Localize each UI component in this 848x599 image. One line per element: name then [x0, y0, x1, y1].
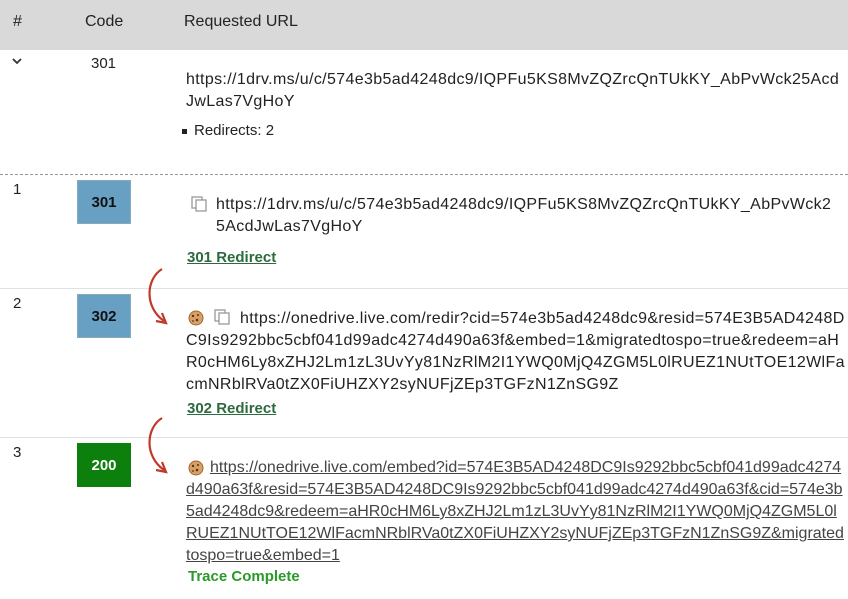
redirect-arrow-icon [138, 414, 178, 482]
row-url[interactable]: https://1drv.ms/u/c/574e3b5ad4248dc9/IQP… [216, 194, 840, 238]
summary-code: 301 [91, 55, 117, 72]
table-row: 1 301 https://1drv.ms/u/c/574e3b5ad4248d… [0, 175, 848, 288]
redirect-status-link[interactable]: 301 Redirect [187, 249, 276, 266]
chevron-down-icon[interactable] [10, 54, 24, 68]
summary-row: 301 https://1drv.ms/u/c/574e3b5ad4248dc9… [0, 50, 848, 174]
bullet [182, 128, 187, 134]
row-number: 1 [13, 181, 22, 198]
redirects-count: Redirects: 2 [182, 122, 274, 139]
redirect-arrow-icon [138, 265, 178, 333]
status-badge: 200 [77, 443, 131, 487]
status-badge: 302 [77, 294, 131, 338]
summary-url: https://1drv.ms/u/c/574e3b5ad4248dc9/IQP… [186, 71, 840, 110]
redirect-status-link[interactable]: 302 Redirect [187, 400, 276, 417]
row-number: 2 [13, 295, 22, 312]
table-row: 3 200 https://onedrive.live.com/embed?id… [0, 417, 848, 599]
table-row: 2 302 https://onedrive.live.com/redir?ci… [0, 268, 848, 437]
status-badge: 301 [77, 180, 131, 224]
column-header-number: # [13, 13, 22, 30]
column-header-url: Requested URL [184, 13, 298, 30]
final-url-link[interactable]: https://onedrive.live.com/embed?id=574E3… [186, 457, 844, 567]
row-number: 3 [13, 444, 22, 461]
redirects-label: Redirects: 2 [194, 122, 275, 139]
trace-complete-label: Trace Complete [188, 568, 300, 585]
row-url[interactable]: https://onedrive.live.com/redir?cid=574e… [186, 308, 846, 396]
column-header-code: Code [85, 13, 124, 30]
table-header: # Code Requested URL [0, 0, 848, 50]
copy-icon[interactable] [190, 195, 208, 213]
